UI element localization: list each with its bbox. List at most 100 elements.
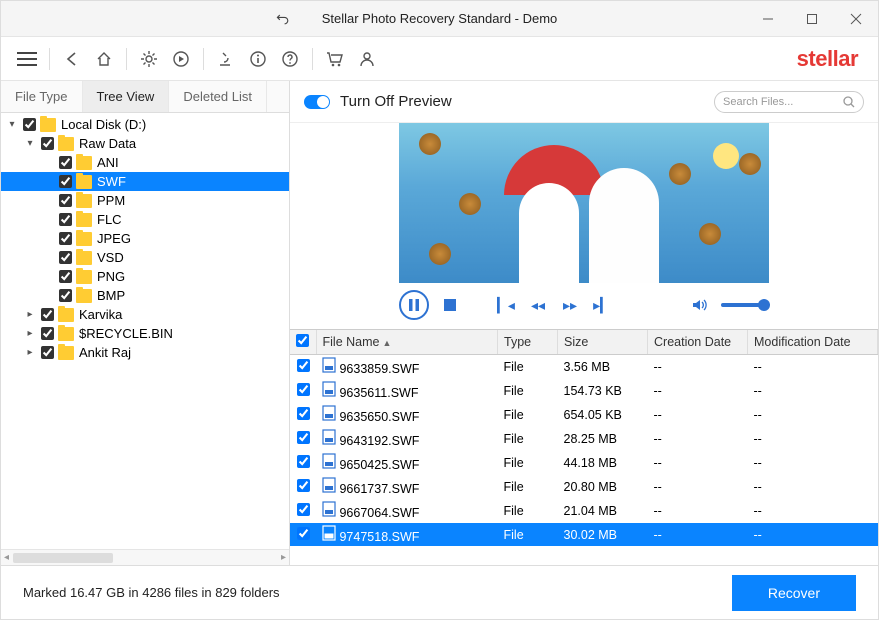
gear-icon[interactable] [135, 45, 163, 73]
skip-start-icon[interactable]: ▎◂ [495, 294, 517, 316]
tree-item[interactable]: ▾Raw Data [1, 134, 289, 153]
table-row[interactable]: 9747518.SWFFile30.02 MB---- [290, 523, 878, 547]
tree-checkbox[interactable] [59, 156, 72, 169]
tree-checkbox[interactable] [59, 270, 72, 283]
hamburger-menu-icon[interactable] [13, 45, 41, 73]
tree-checkbox[interactable] [41, 346, 54, 359]
cart-icon[interactable] [321, 45, 349, 73]
tree-label: Ankit Raj [79, 345, 131, 360]
tab-file-type[interactable]: File Type [1, 81, 83, 112]
tree-label: PNG [97, 269, 125, 284]
file-modified: -- [748, 355, 878, 379]
minimize-button[interactable] [746, 1, 790, 36]
tree-checkbox[interactable] [59, 232, 72, 245]
file-name: 9667064.SWF [339, 506, 419, 520]
tree-checkbox[interactable] [59, 251, 72, 264]
row-checkbox[interactable] [297, 383, 310, 396]
row-checkbox[interactable] [297, 503, 310, 516]
table-row[interactable]: 9661737.SWFFile20.80 MB---- [290, 475, 878, 499]
row-checkbox[interactable] [297, 359, 310, 372]
tree-item[interactable]: SWF [1, 172, 289, 191]
table-row[interactable]: 9643192.SWFFile28.25 MB---- [290, 427, 878, 451]
undo-icon[interactable] [275, 11, 291, 27]
file-name: 9635650.SWF [339, 410, 419, 424]
tree-item[interactable]: ▾Local Disk (D:) [1, 115, 289, 134]
col-modified[interactable]: Modification Date [748, 330, 878, 355]
tree-checkbox[interactable] [59, 213, 72, 226]
row-checkbox[interactable] [297, 527, 310, 540]
row-checkbox[interactable] [297, 431, 310, 444]
tree-item[interactable]: ▸ Ankit Raj [1, 343, 289, 362]
tree-checkbox[interactable] [41, 327, 54, 340]
file-icon [322, 434, 336, 448]
user-icon[interactable] [353, 45, 381, 73]
file-type: File [498, 499, 558, 523]
tree-item[interactable]: FLC [1, 210, 289, 229]
file-table[interactable]: File Name▲ Type Size Creation Date Modif… [290, 329, 878, 565]
table-row[interactable]: 9667064.SWFFile21.04 MB---- [290, 499, 878, 523]
pause-button[interactable] [399, 290, 429, 320]
video-preview[interactable] [399, 123, 769, 283]
tree-item[interactable]: ▸Karvika [1, 305, 289, 324]
folder-icon [76, 232, 92, 246]
info-icon[interactable] [244, 45, 272, 73]
tree-checkbox[interactable] [41, 137, 54, 150]
tree-checkbox[interactable] [23, 118, 36, 131]
file-size: 44.18 MB [558, 451, 648, 475]
col-type[interactable]: Type [498, 330, 558, 355]
file-size: 28.25 MB [558, 427, 648, 451]
expander-icon[interactable]: ▾ [23, 138, 37, 149]
close-button[interactable] [834, 1, 878, 36]
horizontal-scrollbar[interactable]: ◂▸ [1, 549, 289, 565]
tree-item[interactable]: BMP [1, 286, 289, 305]
table-row[interactable]: 9635611.SWFFile154.73 KB---- [290, 379, 878, 403]
recover-button[interactable]: Recover [732, 575, 856, 611]
row-checkbox[interactable] [297, 455, 310, 468]
select-all-checkbox[interactable] [296, 334, 309, 347]
col-filename[interactable]: File Name▲ [316, 330, 498, 355]
microscope-icon[interactable] [212, 45, 240, 73]
tree-checkbox[interactable] [59, 289, 72, 302]
tree-item[interactable]: PPM [1, 191, 289, 210]
tree-checkbox[interactable] [59, 175, 72, 188]
expander-icon[interactable]: ▾ [5, 119, 19, 130]
preview-toggle[interactable] [304, 95, 330, 109]
tab-deleted-list[interactable]: Deleted List [169, 81, 267, 112]
search-input[interactable]: Search Files... [714, 91, 864, 113]
table-row[interactable]: 9635650.SWFFile654.05 KB---- [290, 403, 878, 427]
main-toolbar: stellar [1, 37, 878, 81]
tree-checkbox[interactable] [41, 308, 54, 321]
expander-icon[interactable]: ▸ [23, 309, 37, 320]
tree-item[interactable]: VSD [1, 248, 289, 267]
row-checkbox[interactable] [297, 407, 310, 420]
tree-checkbox[interactable] [59, 194, 72, 207]
table-row[interactable]: 9633859.SWFFile3.56 MB---- [290, 355, 878, 379]
stop-button[interactable] [439, 294, 461, 316]
row-checkbox[interactable] [297, 479, 310, 492]
volume-icon[interactable] [689, 294, 711, 316]
col-size[interactable]: Size [558, 330, 648, 355]
table-row[interactable]: 9650425.SWFFile44.18 MB---- [290, 451, 878, 475]
folder-icon [76, 213, 92, 227]
help-icon[interactable] [276, 45, 304, 73]
col-created[interactable]: Creation Date [648, 330, 748, 355]
resume-icon[interactable] [167, 45, 195, 73]
expander-icon[interactable]: ▸ [23, 347, 37, 358]
expander-icon[interactable]: ▸ [23, 328, 37, 339]
forward-icon[interactable]: ▸▸ [559, 294, 581, 316]
back-icon[interactable] [58, 45, 86, 73]
tree-item[interactable]: JPEG [1, 229, 289, 248]
skip-end-icon[interactable]: ▸▎ [591, 294, 613, 316]
tree-item[interactable]: PNG [1, 267, 289, 286]
folder-icon [40, 118, 56, 132]
tree-item[interactable]: ▸$RECYCLE.BIN [1, 324, 289, 343]
folder-tree[interactable]: ▾Local Disk (D:)▾Raw DataANISWFPPMFLCJPE… [1, 113, 289, 549]
maximize-button[interactable] [790, 1, 834, 36]
home-icon[interactable] [90, 45, 118, 73]
tree-item[interactable]: ANI [1, 153, 289, 172]
volume-slider[interactable] [721, 303, 769, 307]
tab-tree-view[interactable]: Tree View [83, 81, 170, 112]
folder-icon [58, 346, 74, 360]
status-bar: Marked 16.47 GB in 4286 files in 829 fol… [1, 565, 878, 619]
rewind-icon[interactable]: ◂◂ [527, 294, 549, 316]
